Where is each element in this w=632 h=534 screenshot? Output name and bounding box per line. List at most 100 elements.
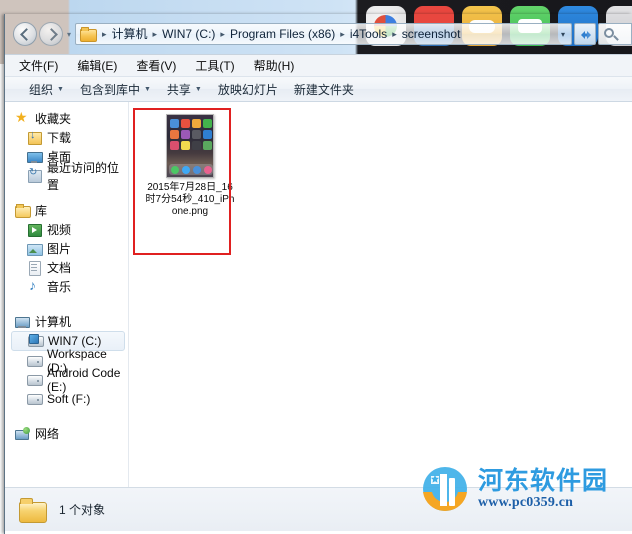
star-icon [15,109,30,126]
chevron-down-icon[interactable]: ▾ [555,30,571,39]
sidebar-item-documents[interactable]: 文档 [5,258,128,277]
documents-icon [27,260,42,276]
breadcrumb-separator: ▸ [340,28,345,39]
thumbnail-dock-icon [192,165,201,174]
breadcrumb-item-i4tools[interactable]: i4Tools [348,25,389,43]
breadcrumb-item-screenshot[interactable]: screenshot [400,25,463,43]
search-icon [604,28,614,38]
sidebar-item-label: 收藏夹 [35,112,72,126]
thumbnail-app-icon [181,130,190,139]
toolbar-new-folder-label: 新建文件夹 [293,82,354,97]
nav-group-network: 网络 [5,424,128,443]
sidebar-item-label: 库 [35,204,48,218]
refresh-icon [581,31,591,39]
breadcrumb-item-program-files[interactable]: Program Files (x86) [228,25,337,43]
toolbar-slideshow[interactable]: 放映幻灯片 [210,78,286,101]
sidebar-item-label: 视频 [47,223,72,237]
sidebar-item-label: 网络 [35,427,60,441]
sidebar-item-network[interactable]: 网络 [5,424,128,443]
status-item-count: 1 个对象 [59,503,106,517]
forward-button[interactable] [39,22,63,46]
thumbnail-app-icon [192,141,201,150]
menu-bar: 文件(F) 编辑(E) 查看(V) 工具(T) 帮助(H) [5,54,632,76]
sidebar-item-videos[interactable]: 视频 [5,220,128,239]
breadcrumb-separator: ▸ [102,28,107,39]
thumbnail-app-icon [203,141,212,150]
thumbnail-dock [169,164,213,175]
address-bar[interactable]: ▸ 计算机 ▸ WIN7 (C:) ▸ Program Files (x86) … [75,23,572,45]
pictures-icon [27,242,43,256]
breadcrumb: ▸ 计算机 ▸ WIN7 (C:) ▸ Program Files (x86) … [99,25,555,43]
breadcrumb-separator: ▸ [152,28,158,39]
desktop-icon [27,150,43,164]
thumbnail-app-icon [170,130,179,139]
menu-help[interactable]: 帮助(H) [254,56,306,76]
chevron-down-icon: ▼ [143,85,151,93]
back-button[interactable] [13,22,37,46]
sidebar-item-label: 最近访问的位置 [47,160,120,192]
folder-icon [80,27,97,42]
menu-tools[interactable]: 工具(T) [195,56,245,76]
downloads-icon [27,129,42,145]
thumbnail-app-icon [181,119,190,128]
hard-drive-icon [27,392,43,406]
windows-drive-icon [28,334,44,348]
breadcrumb-item-win7[interactable]: WIN7 (C:) [160,25,217,43]
sidebar-item-label: 文档 [47,261,72,275]
breadcrumb-separator: ▸ [392,28,397,39]
sidebar-item-downloads[interactable]: 下载 [5,128,128,147]
thumbnail-dock-icon [181,165,190,174]
toolbar-new-folder[interactable]: 新建文件夹 [286,78,362,101]
nav-group-libraries: 库 视频 图片 文档 音乐 [5,201,128,296]
thumbnail-app-icon [203,130,212,139]
thumbnail-app-icon [170,119,179,128]
iphone-screenshot-thumbnail[interactable] [166,114,214,178]
hard-drive-icon [27,373,43,387]
chevron-down-icon: ▼ [194,85,202,93]
sidebar-item-label: 图片 [47,242,72,256]
toolbar-share[interactable]: 共享 ▼ [159,78,210,101]
sidebar-item-computer[interactable]: 计算机 [5,312,128,331]
library-icon [15,203,31,218]
refresh-button[interactable] [574,23,596,45]
sidebar-item-android-code-e[interactable]: Android Code (E:) [5,366,128,394]
search-input[interactable] [598,23,632,45]
sidebar-item-libraries[interactable]: 库 [5,201,128,220]
window-chrome: ▾ ▸ 计算机 ▸ WIN7 (C:) ▸ Program Files (x86… [5,14,632,54]
menu-edit[interactable]: 编辑(E) [77,56,128,76]
breadcrumb-item-computer[interactable]: 计算机 [110,25,150,43]
thumbnail-app-icon [192,130,201,139]
sidebar-item-label: 音乐 [47,280,72,294]
sidebar-item-favorites[interactable]: 收藏夹 [5,109,128,128]
toolbar-organize[interactable]: 组织 ▼ [21,78,72,101]
sidebar-item-recent-places[interactable]: 最近访问的位置 [5,161,128,192]
breadcrumb-separator: ▸ [220,28,225,39]
recent-pages-caret-icon[interactable]: ▾ [63,30,75,39]
file-item[interactable]: 2015年7月28日_16时7分54秒_410_iPhone.png [145,114,235,218]
details-pane: 1 个对象 [5,487,632,531]
thumbnail-app-icon [203,119,212,128]
nav-group-computer: 计算机 WIN7 (C:) Workspace (D:) Android Cod… [5,312,128,408]
computer-icon [15,315,30,329]
hard-drive-icon [27,354,43,368]
file-list-pane[interactable]: 2015年7月28日_16时7分54秒_410_iPhone.png [129,102,632,487]
thumbnail-app-icon [170,141,179,150]
toolbar-include-in-library[interactable]: 包含到库中 ▼ [72,78,159,101]
file-name-label: 2015年7月28日_16时7分54秒_410_iPhone.png [145,182,235,217]
window-body: 收藏夹 下载 桌面 最近访问的位置 [5,102,632,487]
video-icon [27,223,42,237]
toolbar-share-label: 共享 [166,82,191,97]
music-icon [27,277,42,294]
menu-file[interactable]: 文件(F) [19,56,69,76]
menu-view[interactable]: 查看(V) [136,56,187,76]
toolbar-include-in-library-label: 包含到库中 [79,82,140,97]
address-row: ▾ ▸ 计算机 ▸ WIN7 (C:) ▸ Program Files (x86… [5,20,632,48]
thumbnail-app-icon [181,141,190,150]
sidebar-item-pictures[interactable]: 图片 [5,239,128,258]
sidebar-item-music[interactable]: 音乐 [5,277,128,296]
thumbnail-app-icon [192,119,201,128]
nav-group-favorites: 收藏夹 下载 桌面 最近访问的位置 [5,109,128,192]
recent-places-icon [27,167,42,183]
